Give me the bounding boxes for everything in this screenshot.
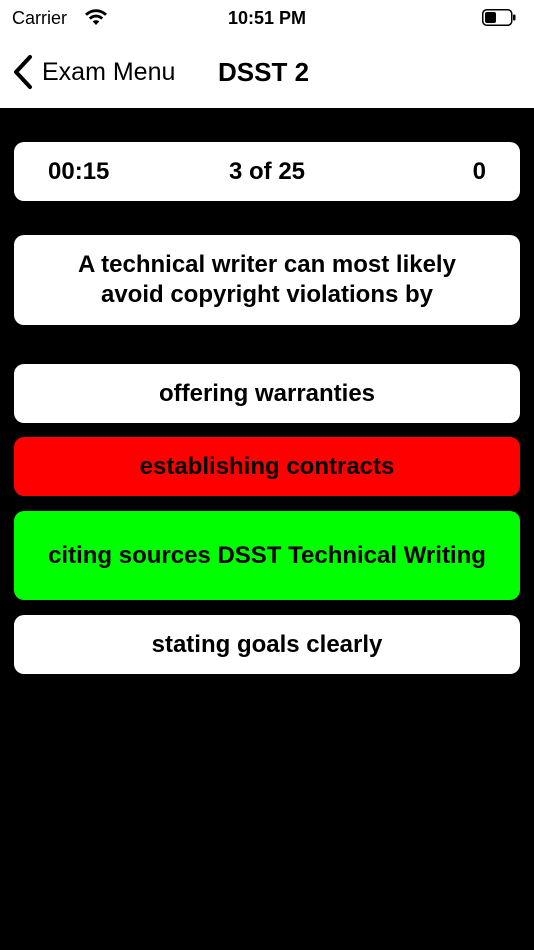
back-button-label: Exam Menu — [42, 57, 176, 86]
page-title: DSST 2 — [218, 57, 310, 87]
question-card: A technical writer can most likely avoid… — [14, 235, 520, 325]
back-button[interactable]: Exam Menu — [12, 52, 175, 92]
status-bar: Carrier 10:51 PM — [0, 0, 534, 38]
navigation-bar: Exam Menu DSST 2 — [0, 38, 534, 108]
score-display: 0 — [472, 158, 486, 185]
status-time: 10:51 PM — [227, 8, 307, 28]
question-text: A technical writer can most likely avoid… — [78, 251, 456, 308]
answer-option-1[interactable]: offering warranties — [14, 364, 520, 423]
question-progress: 3 of 25 — [228, 158, 306, 185]
chevron-left-icon — [14, 55, 32, 89]
answer-option-3[interactable]: citing sources DSST Technical Writing — [14, 511, 520, 600]
answer-option-2[interactable]: establishing contracts — [14, 437, 520, 496]
battery-icon — [482, 9, 516, 26]
answer-option-4[interactable]: stating goals clearly — [14, 615, 520, 674]
quiz-stats-bar: 00:15 3 of 25 0 — [14, 142, 520, 201]
